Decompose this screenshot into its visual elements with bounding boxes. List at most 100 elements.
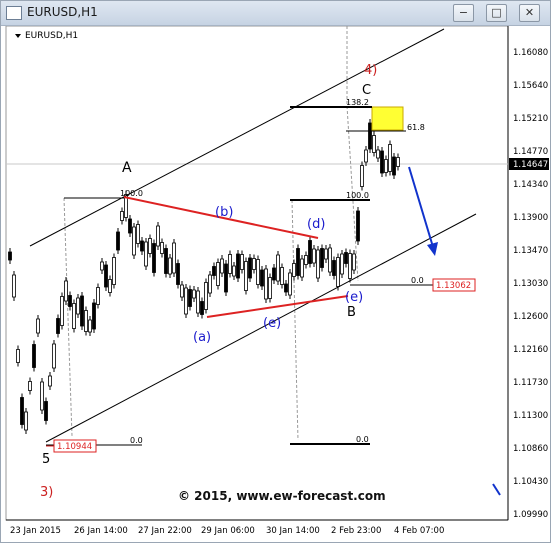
candle-body [196,290,200,314]
candle-body [84,310,88,332]
price-tick: 1.13900 [513,213,548,223]
guide-line [291,199,299,441]
price-tick: 1.11730 [513,378,548,388]
wave-label-B: B [347,305,356,320]
candle-body [52,343,56,369]
close-button[interactable]: ✕ [519,4,540,22]
candle-body [96,287,100,305]
wave-label-3: 3) [40,485,53,500]
wave-label-d: (d) [307,217,325,232]
candle-body [300,258,304,278]
triangle-lower-line[interactable] [206,295,349,318]
candle-body [316,249,320,279]
time-tick: 29 Jan 06:00 [201,526,255,536]
candle-body [248,257,252,279]
candle-body [188,289,192,307]
time-tick: 30 Jan 14:00 [266,526,320,536]
candle-body [8,251,12,261]
candle-body [164,248,168,274]
candle-body [156,225,160,247]
minimize-button[interactable]: − [453,4,474,22]
level-0-label-b: 0.0 [356,435,369,444]
price-tick: 1.09990 [513,510,548,520]
symbol-label: EURUSD,H1 [25,31,78,41]
low-price-label: 1.10944 [57,442,92,452]
candle-body [136,224,140,244]
wave-label-5: 5 [42,452,50,467]
candle-body [140,240,144,252]
candle-body [148,238,152,254]
candle-body [256,259,260,285]
maximize-button[interactable]: □ [486,4,507,22]
candle-body [104,264,108,288]
candle-body [252,258,256,270]
candle-body [160,242,164,254]
price-tick: 1.13030 [513,279,548,289]
candle-body [372,135,376,153]
candle-body [64,280,68,302]
candle-body [360,165,364,187]
price-tick: 1.13470 [513,246,548,256]
candle-body [392,156,396,176]
candle-body [352,253,356,271]
candle-body [120,211,124,221]
candle-body [272,267,276,281]
candle-body [308,240,312,264]
time-tick: 2 Feb 23:00 [331,526,381,536]
candle-body [244,261,248,291]
candle-body [72,303,76,329]
support-price-label: 1.13062 [436,281,471,291]
candle-body [180,284,184,298]
channel-lower-line[interactable] [45,213,477,443]
time-tick: 27 Jan 22:00 [138,526,192,536]
wave-label-b: (b) [215,205,233,220]
candle-body [76,297,80,315]
candle-body [56,318,60,334]
forecast-arrow-offscreen [492,483,501,496]
candle-body [396,157,400,167]
candle-body [260,269,264,287]
target-zone-box[interactable] [371,106,404,131]
time-tick: 26 Jan 14:00 [74,526,128,536]
wave-label-e-2: (e) [345,290,363,305]
channel-upper-line[interactable] [29,28,445,247]
candle-body [336,257,340,287]
candle-body [132,226,136,256]
title-bar[interactable]: EURUSD,H1 − □ ✕ [1,1,550,26]
candle-body [12,274,16,298]
candle-body [176,263,180,285]
symbol-dropdown-icon[interactable] [15,34,21,38]
candle-body [240,254,244,270]
forecast-arrow[interactable] [408,166,434,248]
candle-body [24,411,28,431]
price-tick: 1.11300 [513,411,548,421]
wave-label-a: (a) [193,330,211,345]
candle-body [348,253,352,279]
candle-body [320,248,324,268]
forecast-arrowhead [427,242,438,256]
level-0-label-a: 0.0 [130,436,143,445]
wave-label-A: A [122,160,132,176]
candle-body [152,243,156,273]
candle-body [236,253,240,279]
wave-label-C: C [362,83,371,98]
candle-body [276,254,280,282]
candle-body [340,253,344,275]
wave-label-4: 4) [364,63,377,78]
candle-body [328,247,332,273]
candle-body [20,397,24,425]
time-tick: 4 Feb 07:00 [394,526,444,536]
price-tick: 1.15210 [513,114,548,124]
candle-body [40,381,44,411]
price-chart[interactable]: EURUSD,H1 1.16080 1.15640 1.15210 1.1477… [2,25,550,542]
chart-window: EURUSD,H1 − □ ✕ EURUSD,H1 1.16080 1.1564… [0,0,551,543]
candle-body [364,149,368,163]
chart-canvas[interactable]: EURUSD,H1 1.16080 1.15640 1.15210 1.1477… [2,25,550,542]
candle-body [108,279,112,293]
candle-body [232,265,236,277]
candle-body [304,255,308,265]
candle-body [384,159,388,173]
candle-body [312,248,316,264]
candle-body [172,242,176,274]
candle-body [128,218,132,234]
